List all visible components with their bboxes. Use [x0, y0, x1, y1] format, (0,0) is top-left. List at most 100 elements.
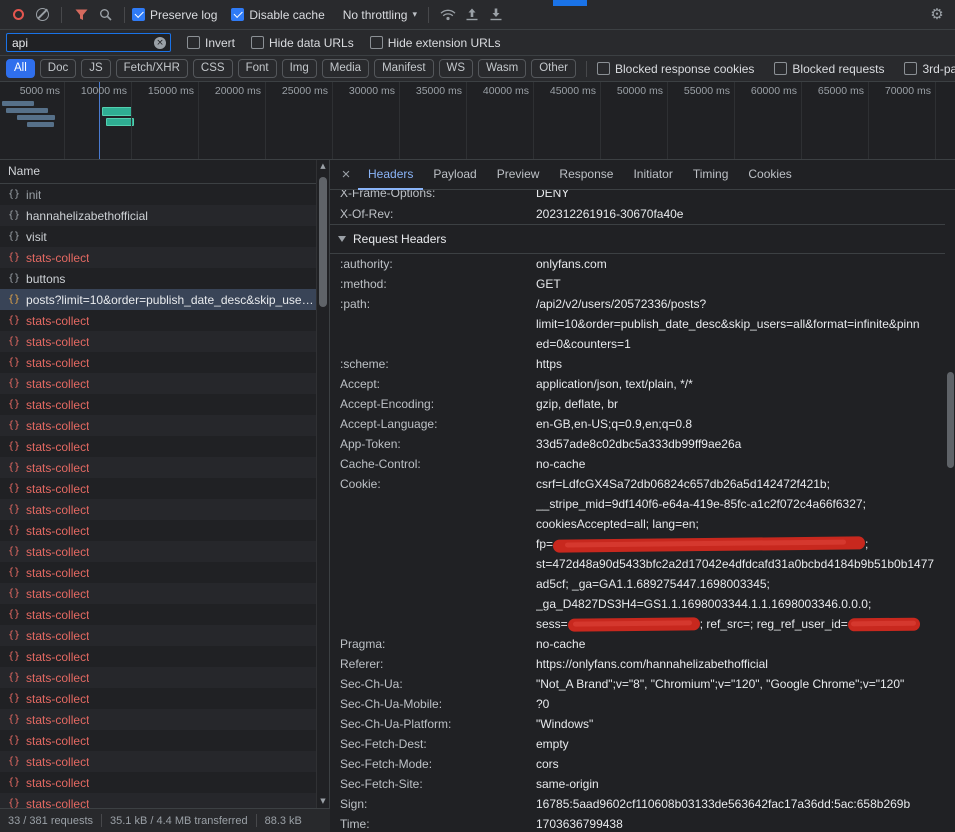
tab-timing[interactable]: Timing: [683, 160, 739, 190]
request-row[interactable]: {}stats-collect: [0, 562, 316, 583]
details-scrollbar[interactable]: [945, 190, 955, 832]
clear-filter-icon[interactable]: ×: [154, 37, 166, 49]
export-har-button[interactable]: [484, 3, 508, 27]
request-row[interactable]: {}stats-collect: [0, 310, 316, 331]
tab-preview[interactable]: Preview: [487, 160, 550, 190]
network-conditions-button[interactable]: [436, 3, 460, 27]
filter-checkbox-group[interactable]: Blocked requests: [774, 62, 884, 76]
request-row[interactable]: {}stats-collect: [0, 772, 316, 793]
invert-checkbox-group[interactable]: Invert: [187, 36, 235, 50]
request-row[interactable]: {}stats-collect: [0, 730, 316, 751]
settings-button[interactable]: ⚙: [925, 3, 949, 27]
script-icon: {}: [8, 567, 20, 578]
filter-chip-css[interactable]: CSS: [193, 59, 233, 78]
request-row[interactable]: {}stats-collect: [0, 709, 316, 730]
tab-cookies[interactable]: Cookies: [738, 160, 801, 190]
preserve-log-checkbox-group[interactable]: Preserve log: [132, 8, 217, 22]
hide-extension-urls-checkbox[interactable]: [370, 36, 383, 49]
disable-cache-checkbox-group[interactable]: Disable cache: [231, 8, 324, 22]
filter-chip-wasm[interactable]: Wasm: [478, 59, 526, 78]
checkbox-unchecked[interactable]: [774, 62, 787, 75]
request-row[interactable]: {}stats-collect: [0, 583, 316, 604]
request-row[interactable]: {}stats-collect: [0, 499, 316, 520]
filter-chip-all[interactable]: All: [6, 59, 35, 78]
throttling-value: No throttling: [343, 8, 408, 22]
request-row[interactable]: {}stats-collect: [0, 457, 316, 478]
request-row[interactable]: {}hannahelizabethofficial: [0, 205, 316, 226]
throttling-dropdown[interactable]: No throttling ▾: [343, 8, 417, 22]
request-row[interactable]: {}posts?limit=10&order=publish_date_desc…: [0, 289, 316, 310]
hide-data-urls-checkbox[interactable]: [251, 36, 264, 49]
request-row[interactable]: {}stats-collect: [0, 646, 316, 667]
filter-toggle-button[interactable]: [69, 3, 93, 27]
tab-payload[interactable]: Payload: [423, 160, 486, 190]
request-row[interactable]: {}stats-collect: [0, 436, 316, 457]
checkbox-unchecked[interactable]: [597, 62, 610, 75]
header-name: Cache-Control:: [340, 454, 536, 474]
record-button[interactable]: [6, 3, 30, 27]
filter-chip-font[interactable]: Font: [238, 59, 277, 78]
script-icon: {}: [8, 693, 20, 704]
request-row[interactable]: {}init: [0, 184, 316, 205]
filter-input[interactable]: [7, 36, 154, 50]
request-row[interactable]: {}stats-collect: [0, 478, 316, 499]
waterfall-bar: [17, 115, 55, 120]
request-row[interactable]: {}stats-collect: [0, 688, 316, 709]
tab-response[interactable]: Response: [549, 160, 623, 190]
tab-headers[interactable]: Headers: [358, 160, 423, 190]
request-row[interactable]: {}stats-collect: [0, 394, 316, 415]
close-details-button[interactable]: ×: [334, 161, 358, 189]
request-row[interactable]: {}stats-collect: [0, 541, 316, 562]
hide-data-urls-checkbox-group[interactable]: Hide data URLs: [251, 36, 354, 50]
request-row[interactable]: {}stats-collect: [0, 604, 316, 625]
filter-chip-fetch-xhr[interactable]: Fetch/XHR: [116, 59, 188, 78]
header-value-line: limit=10&order=publish_date_desc&skip_us…: [536, 314, 945, 334]
header-row: :scheme:https: [330, 354, 945, 374]
filter-checkbox-group[interactable]: 3rd-party requests: [904, 62, 955, 76]
header-value: cors: [536, 754, 945, 774]
preserve-log-checkbox[interactable]: [132, 8, 145, 21]
request-row[interactable]: {}stats-collect: [0, 352, 316, 373]
script-icon: {}: [8, 546, 20, 557]
request-row[interactable]: {}stats-collect: [0, 373, 316, 394]
disable-cache-checkbox[interactable]: [231, 8, 244, 21]
time-label: 10000 ms: [55, 85, 127, 97]
filter-chip-ws[interactable]: WS: [439, 59, 474, 78]
invert-checkbox[interactable]: [187, 36, 200, 49]
header-name: Sec-Ch-Ua-Mobile:: [340, 694, 536, 714]
request-headers-section[interactable]: Request Headers: [330, 224, 945, 254]
checkbox-unchecked[interactable]: [904, 62, 917, 75]
import-har-button[interactable]: [460, 3, 484, 27]
request-row[interactable]: {}stats-collect: [0, 793, 316, 808]
request-row[interactable]: {}visit: [0, 226, 316, 247]
name-column-header[interactable]: Name: [0, 160, 329, 184]
hide-extension-urls-checkbox-group[interactable]: Hide extension URLs: [370, 36, 501, 50]
filter-chip-media[interactable]: Media: [322, 59, 369, 78]
request-list-scrollbar[interactable]: ▲ ▼: [316, 160, 329, 808]
filter-chip-doc[interactable]: Doc: [40, 59, 76, 78]
request-row[interactable]: {}stats-collect: [0, 520, 316, 541]
clear-button[interactable]: [30, 3, 54, 27]
checkbox-label: Invert: [205, 36, 235, 50]
filter-input-box[interactable]: ×: [6, 33, 171, 52]
overview-timeline[interactable]: 5000 ms10000 ms15000 ms20000 ms25000 ms3…: [0, 82, 955, 160]
filter-chip-img[interactable]: Img: [282, 59, 317, 78]
filter-checkbox-group[interactable]: Blocked response cookies: [597, 62, 754, 76]
filter-chip-manifest[interactable]: Manifest: [374, 59, 433, 78]
tab-initiator[interactable]: Initiator: [623, 160, 682, 190]
filter-chip-js[interactable]: JS: [81, 59, 110, 78]
request-row[interactable]: {}stats-collect: [0, 331, 316, 352]
scrollbar-thumb[interactable]: [319, 177, 327, 307]
disclosure-triangle-icon: [338, 236, 346, 242]
request-row[interactable]: {}stats-collect: [0, 667, 316, 688]
request-row[interactable]: {}stats-collect: [0, 625, 316, 646]
request-row[interactable]: {}stats-collect: [0, 415, 316, 436]
request-row[interactable]: {}stats-collect: [0, 247, 316, 268]
search-button[interactable]: [93, 3, 117, 27]
scroll-up-icon[interactable]: ▲: [317, 160, 329, 173]
request-row[interactable]: {}stats-collect: [0, 751, 316, 772]
scrollbar-thumb[interactable]: [947, 372, 954, 468]
request-row[interactable]: {}buttons: [0, 268, 316, 289]
scroll-down-icon[interactable]: ▼: [317, 795, 329, 808]
filter-chip-other[interactable]: Other: [531, 59, 576, 78]
